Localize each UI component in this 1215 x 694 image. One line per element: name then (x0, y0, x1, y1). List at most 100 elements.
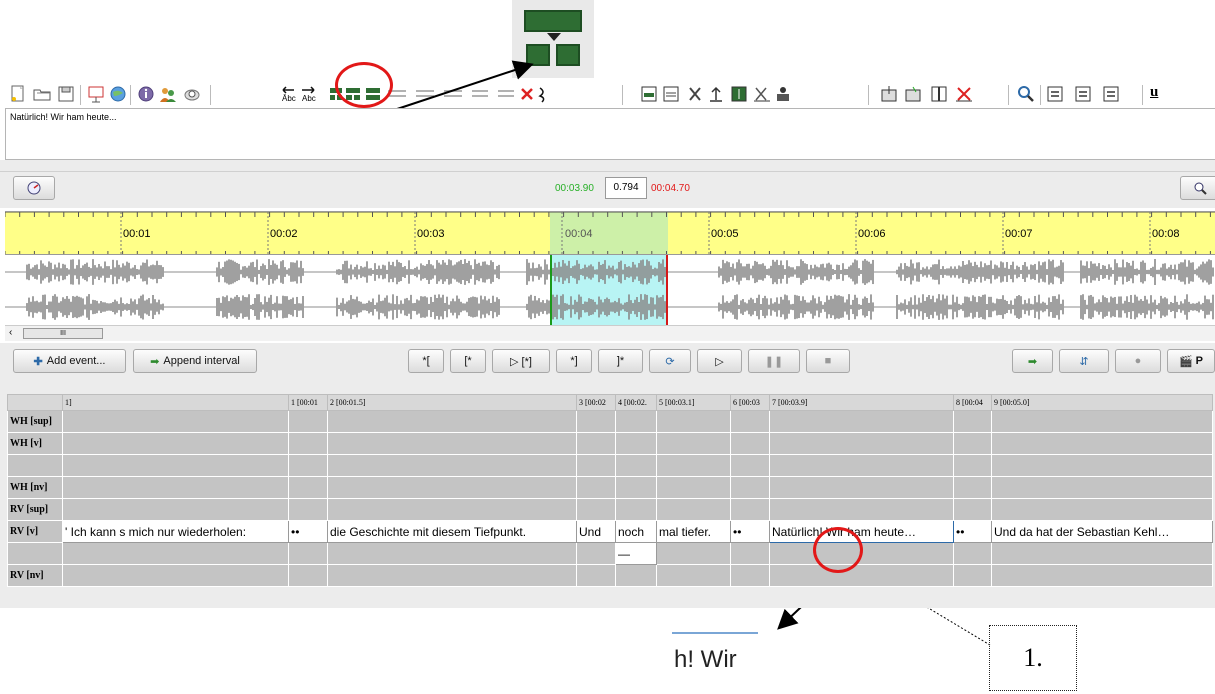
play-selection-button[interactable]: ▷ [*] (492, 349, 550, 373)
tier-label[interactable] (7, 454, 63, 477)
append-interval-button[interactable]: ➡ Append interval (133, 349, 257, 373)
speakers-icon[interactable] (158, 84, 178, 104)
header-cell[interactable]: 8 [00:04 (953, 394, 992, 411)
stop-icon: ■ (824, 355, 832, 367)
sync-icon: ⇵ (1079, 355, 1089, 368)
tick-label: 00:02 (270, 228, 298, 240)
tier-label[interactable]: RV [sup] (7, 498, 63, 521)
selection-start-marker[interactable] (550, 255, 552, 325)
event-cell[interactable]: •• (953, 520, 992, 543)
highlight-circle-cursor (813, 527, 863, 573)
scroll-thumb[interactable]: III (23, 328, 103, 339)
append-interval-label: Append interval (163, 355, 240, 367)
tier-tools-icon[interactable] (640, 84, 860, 104)
export-icon[interactable] (86, 84, 106, 104)
event-cell[interactable]: •• (288, 520, 328, 543)
text-preview[interactable]: Natürlich! Wir ham heute... (5, 108, 1215, 160)
play-from-start-button[interactable]: [* (450, 349, 486, 373)
tier-label[interactable]: RV [v] (7, 520, 63, 543)
play-end-button[interactable]: *] (556, 349, 592, 373)
ruler-ticks (5, 212, 1215, 254)
clapper-icon: 🎬 (1178, 355, 1193, 368)
event-cell-selected[interactable]: Natürlich! Wir ham heute… (769, 520, 954, 543)
svg-text:Ābc: Ābc (282, 94, 296, 103)
pause-button[interactable]: ❚❚ (748, 349, 800, 373)
play-button[interactable]: ▷ (697, 349, 742, 373)
event-cell[interactable]: noch (615, 520, 657, 543)
duration-field[interactable]: 0.794 (605, 177, 647, 199)
event-cell[interactable]: Und (576, 520, 616, 543)
header-cell[interactable]: 1 [00:01 (288, 394, 328, 411)
loop-button[interactable]: ⟳ (649, 349, 691, 373)
record-button[interactable]: ● (1115, 349, 1161, 373)
panel-button[interactable]: 🎬 P (1167, 349, 1215, 373)
tier-label[interactable]: WH [sup] (7, 410, 63, 433)
loop-icon: ⟳ (665, 355, 675, 368)
new-file-icon[interactable] (8, 84, 28, 104)
arrow-right-icon: ➡ (1027, 355, 1038, 368)
tier-row: — (7, 542, 1213, 565)
save-icon[interactable] (56, 84, 76, 104)
tier-label[interactable]: WH [v] (7, 432, 63, 455)
header-cell[interactable]: 5 [00:03.1] (656, 394, 731, 411)
info-icon[interactable] (136, 84, 156, 104)
time-toolbar: 00:03.90 0.794 00:04.70 (0, 172, 1215, 208)
event-cell[interactable]: die Geschichte mit diesem Tiefpunkt. (327, 520, 577, 543)
header-cell[interactable]: 2 [00:01.5] (327, 394, 577, 411)
tier-label[interactable]: WH [nv] (7, 476, 63, 499)
web-icon[interactable] (108, 84, 128, 104)
move-left-icon[interactable]: Ābc Abc (280, 84, 320, 104)
magnifier-icon (1194, 182, 1207, 195)
tick-label: 00:08 (1152, 228, 1180, 240)
scroll-left-icon[interactable]: ‹ (9, 327, 12, 338)
waveform-view[interactable] (5, 255, 1215, 325)
waveform-channels (5, 259, 1214, 320)
tick-label: 00:01 (123, 228, 151, 240)
stop-button[interactable]: ■ (806, 349, 850, 373)
play-start-button[interactable]: *[ (408, 349, 444, 373)
annotation-label: 1. (989, 625, 1077, 691)
underline-icon[interactable]: u (1150, 84, 1158, 101)
timeline-header: 1] 1 [00:01 2 [00:01.5] 3 [00:02 4 [00:0… (7, 394, 1213, 411)
timeline-ruler[interactable]: 00:01 00:02 00:03 00:04 00:05 00:06 00:0… (5, 211, 1215, 255)
header-cell[interactable]: 9 [00:05.0] (991, 394, 1213, 411)
magnified-text: h! Wir (674, 646, 737, 673)
plus-icon: ✚ (33, 355, 43, 368)
event-cell[interactable]: ' Ich kann s mich nur wiederholen: (62, 520, 289, 543)
selection-end-marker[interactable] (666, 255, 668, 325)
start-time: 00:03.90 (555, 183, 594, 194)
event-cell[interactable]: mal tiefer. (656, 520, 731, 543)
tier-row-rv-v: RV [v] ' Ich kann s mich nur wiederholen… (7, 520, 1213, 543)
header-cell[interactable]: 3 [00:02 (576, 394, 616, 411)
header-cell[interactable]: 7 [00:03.9] (769, 394, 954, 411)
open-folder-icon[interactable] (32, 84, 52, 104)
event-cell[interactable]: •• (730, 520, 770, 543)
find-icon[interactable] (1016, 84, 1036, 104)
sync-button[interactable]: ⇵ (1059, 349, 1109, 373)
event-cell[interactable]: — (615, 542, 657, 565)
event-cell[interactable]: Und da hat der Sebastian Kehl… (991, 520, 1213, 543)
tick-label: 00:07 (1005, 228, 1033, 240)
horizontal-scrollbar[interactable]: ‹ III (5, 325, 1215, 341)
header-cell[interactable]: 6 [00:03 (730, 394, 770, 411)
tick-label: 00:06 (858, 228, 886, 240)
forward-button[interactable]: ➡ (1012, 349, 1053, 373)
play-after-button[interactable]: ]* (598, 349, 643, 373)
add-event-button[interactable]: ✚ Add event... (13, 349, 126, 373)
add-event-label: Add event... (46, 355, 106, 367)
header-cell[interactable]: 1] (62, 394, 289, 411)
zoom-reset-button[interactable] (13, 176, 55, 200)
record-icon: ● (1134, 355, 1142, 367)
zoom-button[interactable] (1180, 176, 1215, 200)
main-toolbar: Ābc Abc u (0, 82, 1215, 108)
header-cell[interactable]: 4 [00:02. (615, 394, 657, 411)
transcription-table[interactable]: 1] 1 [00:01 2 [00:01.5] 3 [00:02 4 [00:0… (7, 394, 1213, 587)
view-icons[interactable] (1046, 84, 1136, 104)
tier-row: WH [sup] (7, 410, 1213, 433)
tier-row (7, 454, 1213, 477)
corner-cell (7, 394, 63, 411)
speaker-tools-icon[interactable] (880, 84, 990, 104)
search-disk-icon[interactable] (182, 84, 202, 104)
tier-label[interactable]: RV [nv] (7, 564, 63, 587)
tier-label[interactable] (7, 542, 63, 565)
